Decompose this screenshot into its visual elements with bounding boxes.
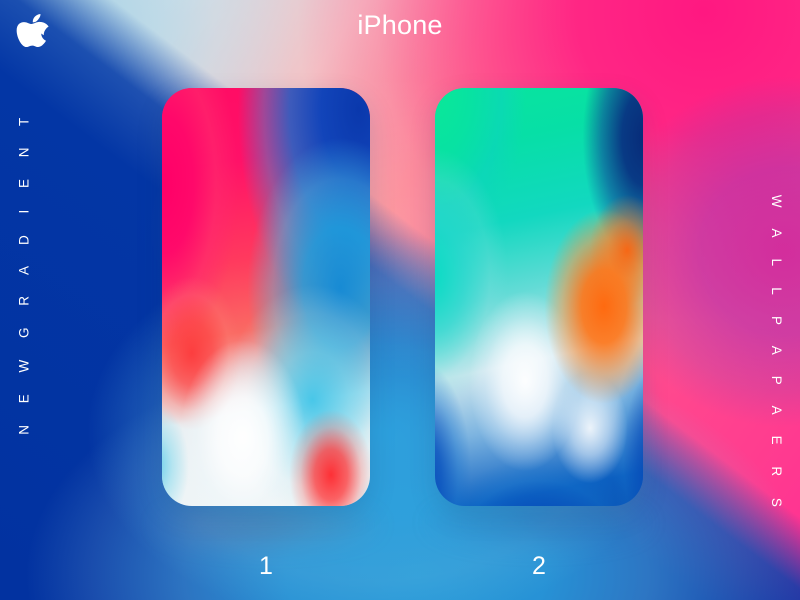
wallpaper-2-base [435,88,643,506]
wallpaper-2-orange-blob [435,88,643,506]
background-blue-mid-glow [0,0,800,600]
wallpaper-2-orange-accent [435,88,643,506]
phone-caption-1: 1 [259,552,273,580]
wallpaper-1-blue-mid-blob [162,88,370,506]
wallpaper-1-red-left-blob [162,88,370,506]
wallpaper-showcase-canvas: iPhone N E W G R A D I E N T W A L L P A… [0,0,800,600]
background-purple-glow [0,0,800,600]
wallpaper-1-pink-blob [162,88,370,506]
background-coral-glow [0,0,800,600]
background-blue-pool-glow [0,0,800,600]
phone-mockup-2[interactable] [435,88,643,506]
phone-caption-2: 2 [532,552,546,580]
phone-shadow-2 [424,500,654,546]
side-label-left: N E W G R A D I E N T [0,109,48,435]
side-label-left-text: N E W G R A D I E N T [16,108,32,435]
phone-mockup-1[interactable] [162,88,370,506]
background-blue-corner-sweep [0,0,800,600]
wallpaper-2-navy-blob [435,88,643,506]
wallpaper-2-blue-left-blob [435,88,643,506]
wallpaper-1-cyan-lower-right [162,88,370,506]
wallpaper-2-teal-blob [435,88,643,506]
wallpaper-2-white-core [435,88,643,506]
wallpaper-1-blue-right-blob [162,88,370,506]
side-label-right: W A L L P A P A E R S [752,195,800,516]
wallpaper-2-blue-bottom [435,88,643,506]
wallpaper-2-blue-right-blob [435,88,643,506]
background-pale-blue-glow [0,0,800,600]
wallpaper-1-cyan-blob [162,88,370,506]
side-label-right-text: W A L L P A P A E R S [768,194,784,516]
wallpaper-1-cyan-lower-left [162,88,370,506]
background-magenta-glow [0,0,800,600]
background-base-gradient [0,0,800,600]
wallpaper-1-white-core [162,88,370,506]
wallpaper-2-green-blob [435,88,643,506]
page-title: iPhone [357,10,443,40]
wallpaper-2-white-secondary [435,88,643,506]
wallpaper-1-base [162,88,370,506]
background-light-haze [0,0,800,600]
wallpaper-1-red-lower-blob [162,88,370,506]
phone-shadow-1 [152,502,382,548]
